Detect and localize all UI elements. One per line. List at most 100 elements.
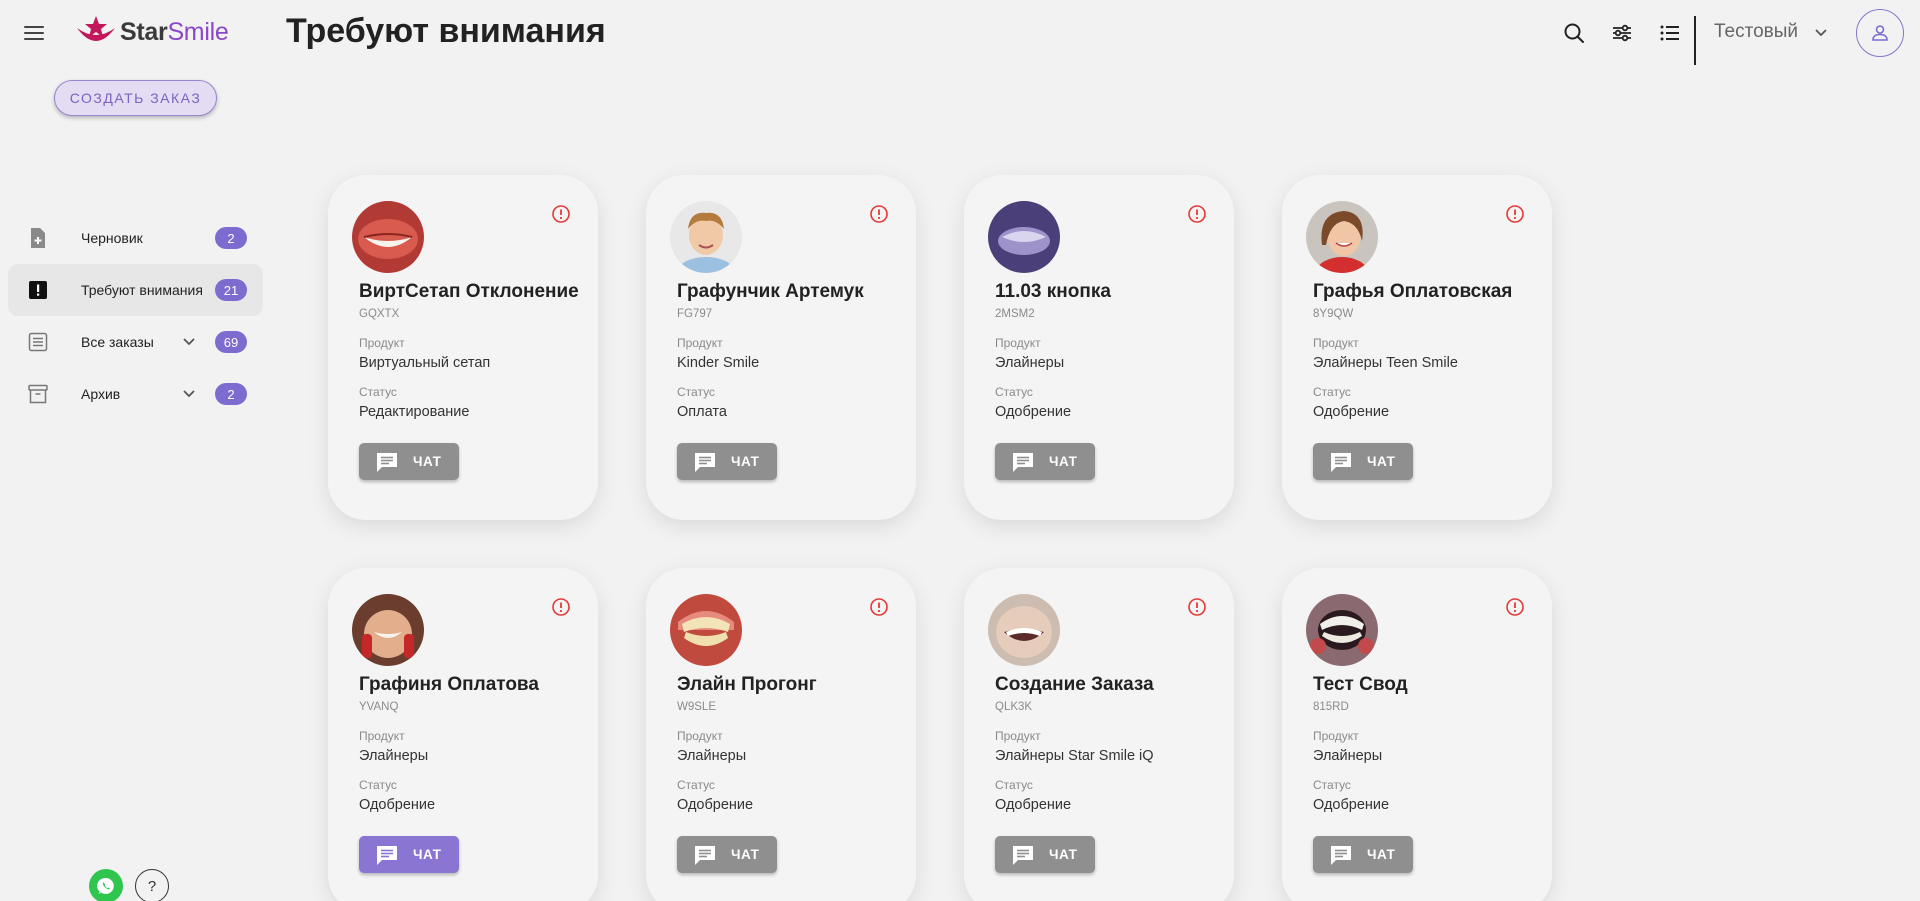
product-label: Продукт <box>1313 729 1359 743</box>
chat-label: ЧАТ <box>1367 454 1396 469</box>
sidebar-item-attention[interactable]: Требуют внимания 21 <box>8 264 263 316</box>
order-code: YVANQ <box>359 701 399 713</box>
status-value: Одобрение <box>995 797 1072 813</box>
status-value: Одобрение <box>1313 797 1390 813</box>
patient-photo <box>352 594 424 666</box>
order-code: W9SLE <box>677 701 716 713</box>
status-label: Статус <box>677 385 715 399</box>
status-value: Оплата <box>677 404 727 420</box>
chat-label: ЧАТ <box>413 454 442 469</box>
chat-button[interactable]: ЧАТ <box>995 836 1095 873</box>
chat-button[interactable]: ЧАТ <box>677 443 777 480</box>
chat-icon <box>377 845 397 865</box>
whatsapp-icon <box>97 877 114 894</box>
alert-icon[interactable] <box>869 597 889 617</box>
status-label: Статус <box>995 385 1033 399</box>
whatsapp-button[interactable] <box>89 869 123 901</box>
product-value: Виртуальный сетап <box>359 355 491 371</box>
archive-icon <box>28 384 48 404</box>
brand-star: Star <box>120 17 168 46</box>
product-value: Элайнеры <box>995 355 1065 371</box>
chat-button[interactable]: ЧАТ <box>1313 836 1413 873</box>
search-icon[interactable] <box>1562 21 1586 45</box>
order-card[interactable]: Создание Заказа QLK3K Продукт Элайнеры S… <box>964 568 1234 901</box>
patient-name: Элайн Прогонг <box>677 674 817 695</box>
list-view-icon[interactable] <box>1658 21 1682 45</box>
header-divider <box>1694 16 1696 65</box>
user-avatar-button[interactable] <box>1856 9 1904 57</box>
patient-name: Создание Заказа <box>995 674 1154 695</box>
product-value: Элайнеры Star Smile iQ <box>995 748 1154 764</box>
chat-button[interactable]: ЧАТ <box>1313 443 1413 480</box>
chevron-down-icon[interactable] <box>180 385 198 403</box>
product-value: Элайнеры <box>1313 748 1383 764</box>
product-label: Продукт <box>359 729 405 743</box>
alert-icon[interactable] <box>869 204 889 224</box>
sidebar-item-archive[interactable]: Архив 2 <box>8 368 263 420</box>
alert-icon[interactable] <box>1187 204 1207 224</box>
order-card[interactable]: Графунчик Артемук FG797 Продукт Kinder S… <box>646 175 916 520</box>
chat-label: ЧАТ <box>1049 847 1078 862</box>
patient-photo <box>1306 201 1378 273</box>
user-icon <box>1872 25 1888 41</box>
product-value: Kinder Smile <box>677 355 760 371</box>
order-card[interactable]: Элайн Прогонг W9SLE Продукт Элайнеры Ста… <box>646 568 916 901</box>
chat-icon <box>1013 845 1033 865</box>
status-label: Статус <box>359 778 397 792</box>
patient-name: 11.03 кнопка <box>995 281 1111 302</box>
chat-button[interactable]: ЧАТ <box>677 836 777 873</box>
chevron-down-icon[interactable] <box>180 333 198 351</box>
chat-icon <box>1331 452 1351 472</box>
product-label: Продукт <box>677 729 723 743</box>
sidebar-item-all-orders[interactable]: Все заказы 69 <box>8 316 263 368</box>
help-button[interactable]: ? <box>135 869 169 901</box>
order-code: 2MSM2 <box>995 308 1035 320</box>
logo[interactable]: StarSmile <box>74 14 229 50</box>
chat-label: ЧАТ <box>731 847 760 862</box>
create-order-button[interactable]: СОЗДАТЬ ЗАКАЗ <box>54 80 217 116</box>
order-card[interactable]: Тест Свод 815RD Продукт Элайнеры Статус … <box>1282 568 1552 901</box>
sidebar-item-label: Требуют внимания <box>81 282 203 298</box>
alert-icon[interactable] <box>551 597 571 617</box>
page-title: Требуют внимания <box>286 12 606 50</box>
patient-photo <box>670 201 742 273</box>
order-code: FG797 <box>677 308 713 320</box>
order-card[interactable]: 11.03 кнопка 2MSM2 Продукт Элайнеры Стат… <box>964 175 1234 520</box>
patient-name: ВиртСетап Отклонение <box>359 281 579 302</box>
user-name[interactable]: Тестовый <box>1714 21 1798 43</box>
chat-icon <box>695 452 715 472</box>
chat-label: ЧАТ <box>1049 454 1078 469</box>
product-value: Элайнеры Teen Smile <box>1313 355 1458 371</box>
product-label: Продукт <box>1313 336 1359 350</box>
alert-icon[interactable] <box>551 204 571 224</box>
chat-button[interactable]: ЧАТ <box>359 836 459 873</box>
product-label: Продукт <box>677 336 723 350</box>
sidebar-item-drafts[interactable]: Черновик 2 <box>8 212 263 264</box>
order-code: 815RD <box>1313 701 1349 713</box>
chat-label: ЧАТ <box>731 454 760 469</box>
patient-photo <box>988 594 1060 666</box>
patient-name: Графья Оплатовская <box>1313 281 1513 302</box>
order-card[interactable]: Графиня Оплатова YVANQ Продукт Элайнеры … <box>328 568 598 901</box>
count-badge: 21 <box>215 279 247 301</box>
count-badge: 2 <box>215 383 247 405</box>
alert-icon[interactable] <box>1505 597 1525 617</box>
alert-icon[interactable] <box>1505 204 1525 224</box>
chat-button[interactable]: ЧАТ <box>359 443 459 480</box>
order-card[interactable]: ВиртСетап Отклонение GQXTX Продукт Вирту… <box>328 175 598 520</box>
hamburger-menu-icon[interactable] <box>22 22 46 46</box>
chevron-down-icon[interactable] <box>1812 24 1830 42</box>
chat-button[interactable]: ЧАТ <box>995 443 1095 480</box>
status-label: Статус <box>359 385 397 399</box>
list-doc-icon <box>28 332 48 352</box>
filter-sliders-icon[interactable] <box>1610 21 1634 45</box>
alert-icon[interactable] <box>1187 597 1207 617</box>
count-badge: 69 <box>215 331 247 353</box>
order-card[interactable]: Графья Оплатовская 8Y9QW Продукт Элайнер… <box>1282 175 1552 520</box>
chat-label: ЧАТ <box>413 847 442 862</box>
sidebar-item-label: Архив <box>81 386 121 402</box>
chat-icon <box>695 845 715 865</box>
status-value: Редактирование <box>359 404 470 420</box>
count-badge: 2 <box>215 227 247 249</box>
status-value: Одобрение <box>677 797 754 813</box>
